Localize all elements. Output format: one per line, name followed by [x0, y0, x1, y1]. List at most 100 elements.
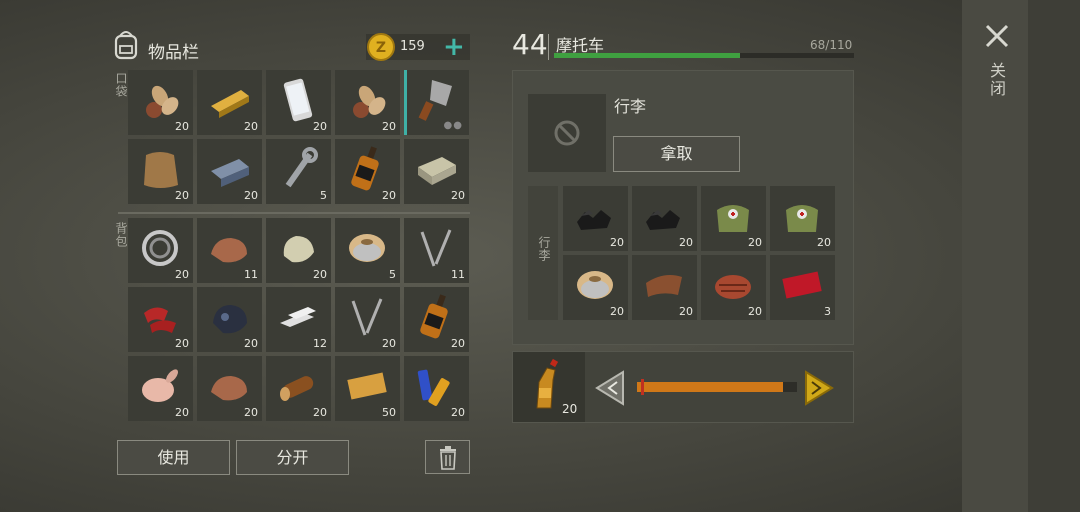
item-count: 20 — [313, 120, 327, 133]
coal-icon — [646, 210, 680, 230]
backpack-slot[interactable]: 20 — [404, 287, 469, 352]
take-button[interactable]: 拿取 — [613, 136, 740, 172]
no-entry-icon — [554, 120, 580, 146]
pocket-slot[interactable]: 20 — [197, 139, 262, 204]
pocket-slot[interactable]: 20 — [128, 139, 193, 204]
item-count: 20 — [175, 337, 189, 350]
trash-icon — [440, 446, 456, 470]
item-count: 5 — [389, 268, 396, 281]
backpack-slot[interactable]: 20 — [197, 287, 262, 352]
pocket-slot[interactable]: 20 — [197, 70, 262, 135]
luggage-slot[interactable]: 20 — [701, 186, 766, 251]
batteries-icon — [417, 369, 450, 406]
stone-icon — [283, 236, 314, 263]
luggage-slot[interactable]: 20 — [632, 186, 697, 251]
backpack-slot[interactable]: 20 — [404, 356, 469, 421]
backpack-slot[interactable]: 20 — [266, 356, 331, 421]
item-count: 50 — [382, 406, 396, 419]
item-count: 20 — [451, 189, 465, 202]
backpack-slot[interactable]: 20 — [128, 218, 193, 283]
coupon-icon — [782, 271, 822, 299]
luggage-slot[interactable]: 20 — [563, 255, 628, 320]
luggage-grid: 20 20 20 20 20 20 20 3 — [563, 186, 835, 320]
item-count: 20 — [382, 120, 396, 133]
steak-icon — [715, 275, 751, 299]
backpack-grid: 20 11 20 5 11 20 20 12 20 20 20 20 20 50 20 — [128, 218, 469, 421]
pocket-slot[interactable]: 5 — [266, 139, 331, 204]
add-coins-button[interactable]: + — [443, 34, 465, 60]
luggage-slot[interactable]: 20 — [632, 255, 697, 320]
item-count: 20 — [748, 236, 762, 249]
pocket-slot[interactable]: 20 — [335, 139, 400, 204]
decrease-arrow-icon[interactable] — [595, 370, 627, 406]
pocket-slot[interactable]: 20 — [128, 70, 193, 135]
backpack-slot[interactable]: 11 — [197, 218, 262, 283]
backpack-slot[interactable]: 11 — [404, 218, 469, 283]
increase-arrow-icon[interactable] — [802, 370, 834, 406]
whiskey-bottle-icon — [351, 146, 379, 191]
wrench-icon — [285, 147, 318, 188]
item-count: 20 — [313, 268, 327, 281]
pocket-grid: 20 20 20 20 ●● 20 20 5 20 20 — [128, 70, 469, 204]
medkit-bag-icon — [786, 205, 818, 232]
slider-fill — [637, 382, 783, 392]
backpack-slot[interactable]: 20 — [197, 356, 262, 421]
vehicle-empty-slot[interactable] — [528, 94, 606, 172]
pocket-slot[interactable]: 20 — [404, 139, 469, 204]
item-count: 20 — [382, 337, 396, 350]
luggage-slot[interactable]: 20 — [701, 255, 766, 320]
backpack-slot[interactable]: 20 — [128, 356, 193, 421]
backpack-slot[interactable]: 20 — [128, 287, 193, 352]
luggage-side-tab: 行李 — [528, 186, 558, 320]
inventory-title: 物品栏 — [148, 43, 199, 63]
pocket-slot[interactable]: 20 — [266, 70, 331, 135]
item-count: 20 — [175, 120, 189, 133]
animal-hide-icon — [144, 152, 178, 188]
use-button[interactable]: 使用 — [117, 440, 230, 475]
slider-knob[interactable] — [641, 379, 644, 395]
backpack-slot[interactable]: 20 — [266, 218, 331, 283]
luggage-slot[interactable]: 20 — [770, 186, 835, 251]
close-label[interactable]: 关闭 — [986, 62, 1006, 98]
vehicle-capacity: 68/110 — [810, 38, 853, 52]
item-count: 20 — [244, 337, 258, 350]
split-button[interactable]: 分开 — [236, 440, 349, 475]
gold-bar-icon — [211, 90, 249, 118]
pocket-slot[interactable]: ●● — [404, 70, 469, 135]
item-count: 20 — [679, 305, 693, 318]
iron-ore-icon — [211, 376, 247, 401]
item-count: 20 — [382, 189, 396, 202]
coin-icon: Z — [367, 33, 395, 61]
coin-count: 159 — [400, 39, 425, 54]
luggage-slot[interactable]: 3 — [770, 255, 835, 320]
item-count: 20 — [817, 236, 831, 249]
backpack-slot[interactable]: 50 — [335, 356, 400, 421]
item-count: 20 — [451, 337, 465, 350]
item-count: 20 — [244, 189, 258, 202]
capacity-bar-fill — [554, 53, 740, 58]
raw-chicken-icon — [142, 369, 178, 402]
stone-block-icon — [418, 157, 456, 185]
backpack-slot[interactable]: 12 — [266, 287, 331, 352]
capacity-bar — [554, 53, 854, 58]
medkit-bag-icon — [717, 205, 749, 232]
wire-spool-icon — [349, 234, 385, 262]
raw-meat-icon — [144, 307, 176, 333]
item-count: 20 — [451, 406, 465, 419]
close-icon[interactable] — [983, 22, 1011, 50]
iron-ore-icon — [211, 238, 247, 263]
item-count: 20 — [175, 268, 189, 281]
section-divider — [118, 212, 470, 214]
backpack-slot[interactable]: 5 — [335, 218, 400, 283]
pocket-slot[interactable]: 20 — [335, 70, 400, 135]
trash-button[interactable] — [425, 440, 470, 474]
item-count: 20 — [244, 120, 258, 133]
nails-icon — [420, 229, 452, 267]
quantity-slider[interactable] — [637, 379, 797, 395]
svg-text:Z: Z — [376, 40, 386, 56]
backpack-slot[interactable]: 20 — [335, 287, 400, 352]
ticket-icon — [347, 372, 387, 400]
item-count: 20 — [175, 189, 189, 202]
luggage-side-label: 行李 — [537, 236, 551, 262]
luggage-slot[interactable]: 20 — [563, 186, 628, 251]
